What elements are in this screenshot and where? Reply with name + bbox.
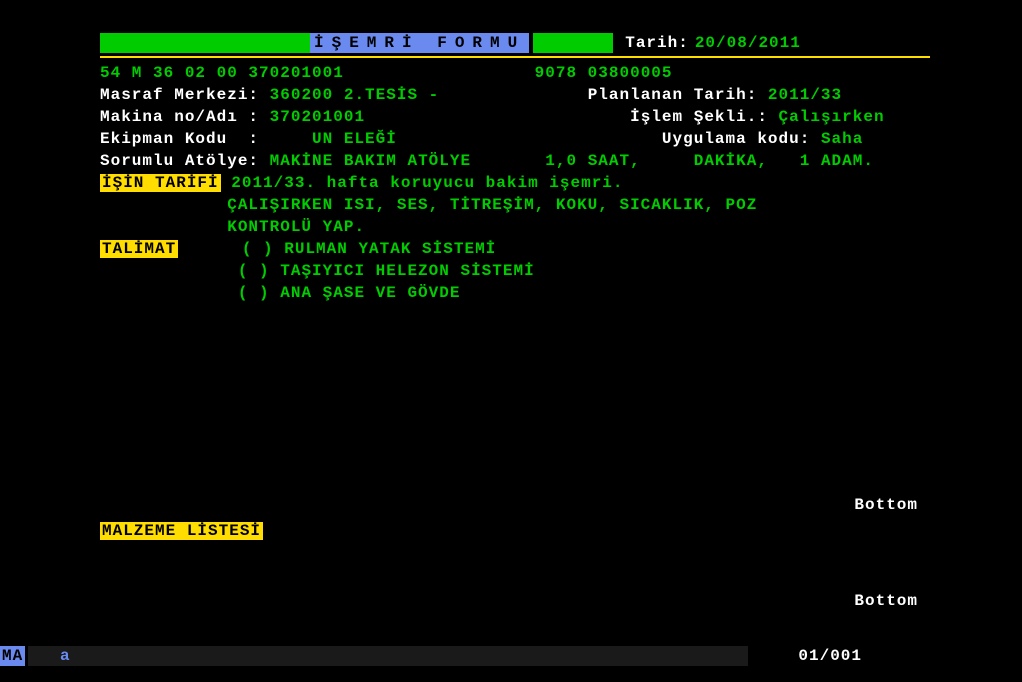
- talimat-item-1-row: ( ) TAŞIYICI HELEZON SİSTEMİ: [100, 260, 930, 282]
- isin-tarifi-row: İŞİN TARİFİ 2011/33. hafta koruyucu baki…: [100, 172, 930, 194]
- code-left: 54 M 36 02 00 370201001: [100, 64, 344, 82]
- plan-value: 2011/33: [768, 86, 842, 104]
- talimat-item-2-row: ( ) ANA ŞASE VE GÖVDE: [100, 282, 930, 304]
- masraf-row: Masraf Merkezi: 360200 2.TESİS - Planlan…: [100, 84, 930, 106]
- status-background: [28, 646, 748, 666]
- malzeme-label: MALZEME LİSTESİ: [100, 522, 263, 540]
- plan-label: Planlanan Tarih:: [588, 86, 758, 104]
- divider: [100, 56, 930, 58]
- makina-row: Makina no/Adı : 370201001 İşlem Şekli.: …: [100, 106, 930, 128]
- ekipman-row: Ekipman Kodu : UN ELEĞİ Uygulama kodu: S…: [100, 128, 930, 150]
- ekipman-label: Ekipman Kodu :: [100, 130, 259, 148]
- talimat-item-2[interactable]: ( ) ANA ŞASE VE GÖVDE: [238, 284, 461, 302]
- code-row: 54 M 36 02 00 370201001 9078 03800005: [100, 62, 930, 84]
- uyg-label: Uygulama kodu:: [662, 130, 810, 148]
- bottom-marker-2: Bottom: [854, 592, 918, 610]
- masraf-value: 360200 2.TESİS -: [270, 86, 440, 104]
- isin-tarifi-line3-row: KONTROLÜ YAP.: [100, 216, 930, 238]
- islem-label: İşlem Şekli.:: [630, 108, 768, 126]
- sorumlu-value: MAKİNE BAKIM ATÖLYE: [270, 152, 471, 170]
- date-value: 20/08/2011: [695, 34, 801, 52]
- islem-value: Çalışırken: [779, 108, 885, 126]
- status-page: 01/001: [798, 646, 862, 666]
- isin-tarifi-line3: KONTROLÜ YAP.: [227, 218, 365, 236]
- sorumlu-row: Sorumlu Atölye: MAKİNE BAKIM ATÖLYE 1,0 …: [100, 150, 930, 172]
- masraf-label: Masraf Merkezi:: [100, 86, 259, 104]
- header-bar-right: [533, 33, 613, 53]
- status-bar: MA a 01/001: [0, 646, 1022, 668]
- isin-tarifi-line1: 2011/33. hafta koruyucu bakim işemri.: [231, 174, 623, 192]
- status-mode: MA: [0, 646, 25, 666]
- uyg-value: Saha: [821, 130, 863, 148]
- sorumlu-time: 1,0 SAAT, DAKİKA, 1 ADAM.: [545, 152, 874, 170]
- isin-tarifi-line2: ÇALIŞIRKEN ISI, SES, TİTREŞİM, KOKU, SIC…: [227, 196, 757, 214]
- form-title: İŞEMRİ FORMU: [310, 33, 529, 53]
- talimat-item-0[interactable]: ( ) RULMAN YATAK SİSTEMİ: [242, 240, 496, 258]
- malzeme-row: MALZEME LİSTESİ: [100, 522, 263, 540]
- isin-tarifi-label: İŞİN TARİFİ: [100, 174, 221, 192]
- status-indicator: a: [60, 646, 71, 666]
- sorumlu-label: Sorumlu Atölye:: [100, 152, 259, 170]
- isin-tarifi-line2-row: ÇALIŞIRKEN ISI, SES, TİTREŞİM, KOKU, SIC…: [100, 194, 930, 216]
- makina-value: 370201001: [270, 108, 365, 126]
- talimat-row: TALİMAT ( ) RULMAN YATAK SİSTEMİ: [100, 238, 930, 260]
- code-right: 9078 03800005: [535, 64, 673, 82]
- date-label: Tarih:: [625, 34, 689, 52]
- bottom-marker-1: Bottom: [854, 496, 918, 514]
- header-row: İŞEMRİ FORMU Tarih: 20/08/2011: [100, 32, 930, 54]
- talimat-label: TALİMAT: [100, 240, 178, 258]
- talimat-item-1[interactable]: ( ) TAŞIYICI HELEZON SİSTEMİ: [238, 262, 535, 280]
- header-bar-left: [100, 33, 310, 53]
- makina-label: Makina no/Adı :: [100, 108, 259, 126]
- ekipman-value: UN ELEĞİ: [312, 130, 397, 148]
